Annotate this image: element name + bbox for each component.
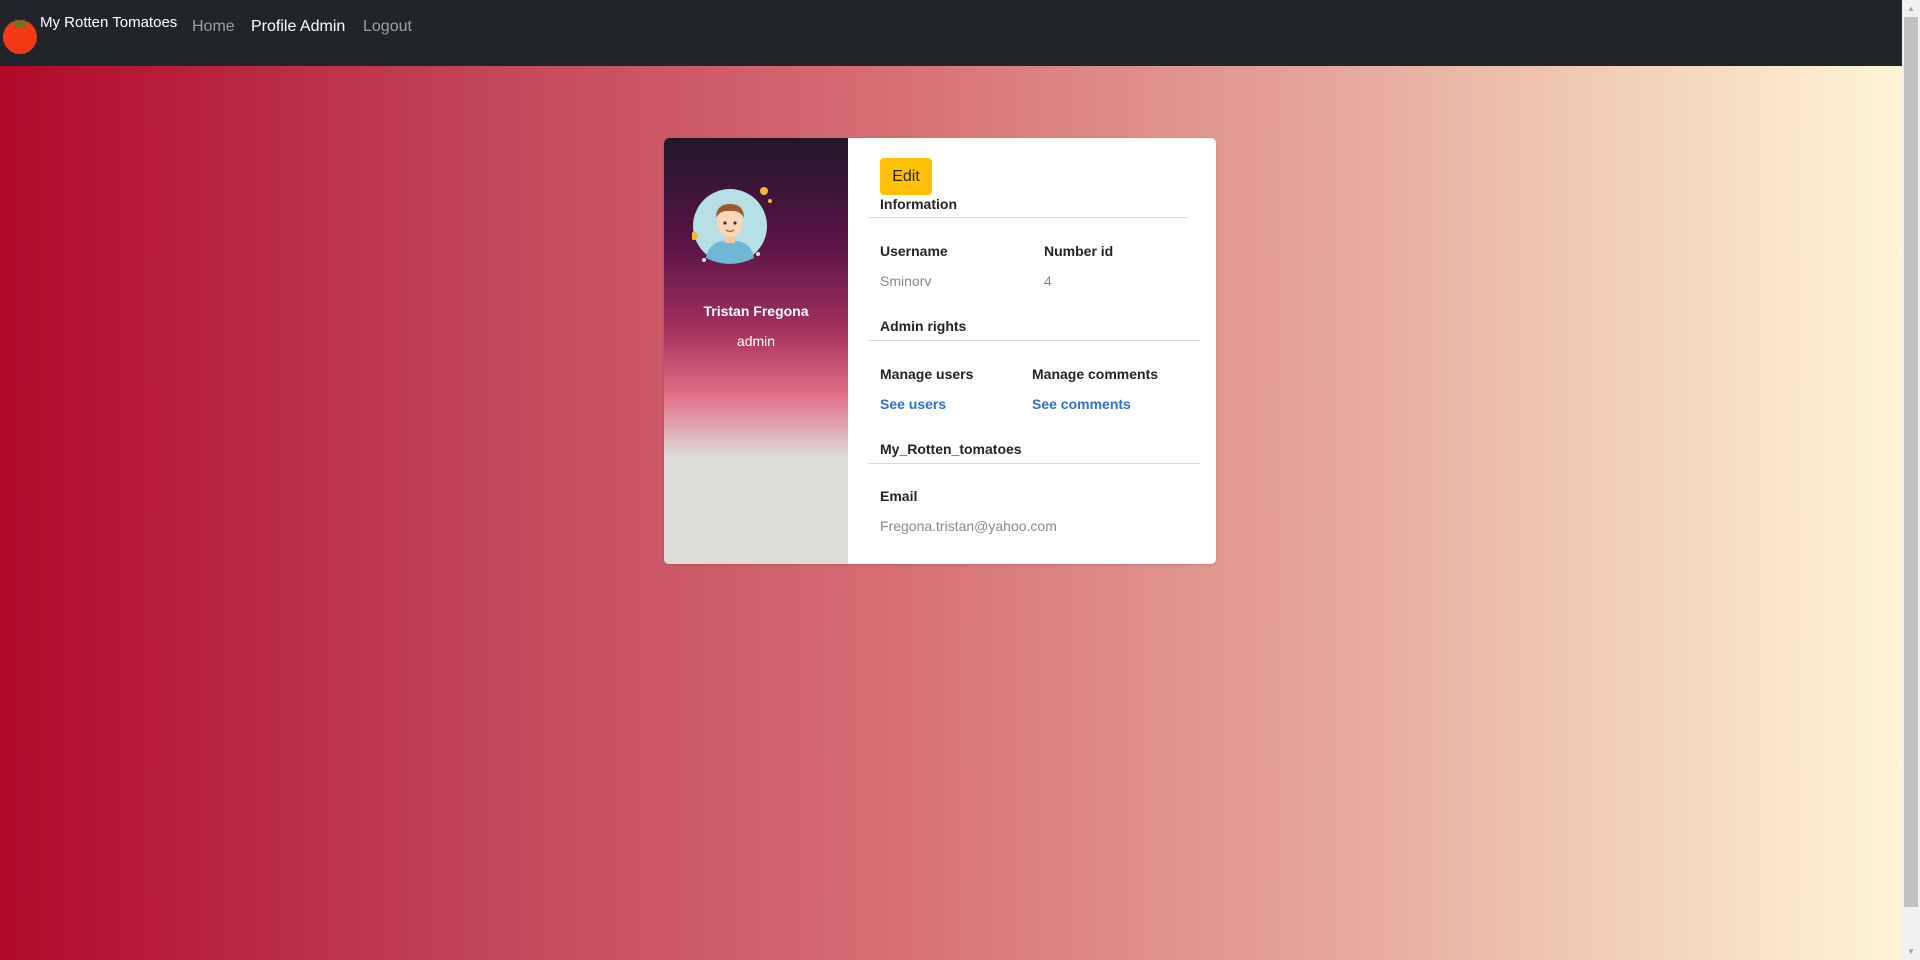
scroll-down-arrow-icon[interactable]: ▼ <box>1902 943 1920 960</box>
admin-rights-section-title: Admin rights <box>880 318 967 334</box>
profile-sidebar: Tristan Fregona admin <box>664 138 848 564</box>
nav-home-link[interactable]: Home <box>192 18 235 36</box>
profile-card: Tristan Fregona admin Edit Information U… <box>664 138 1216 564</box>
username-value: Sminorv <box>880 273 932 289</box>
tomato-logo-icon <box>3 18 37 54</box>
information-section-title: Information <box>880 196 957 212</box>
scroll-up-arrow-icon[interactable]: ▲ <box>1902 0 1920 17</box>
edit-button[interactable]: Edit <box>880 158 932 195</box>
navbar: My Rotten Tomatoes Home Profile Admin Lo… <box>0 0 1902 66</box>
number-id-label: Number id <box>1044 243 1114 259</box>
scrollbar-thumb[interactable] <box>1904 17 1918 907</box>
manage-users-label: Manage users <box>880 366 974 382</box>
email-label: Email <box>880 488 918 504</box>
user-name: Tristan Fregona <box>703 303 809 319</box>
profile-details: Edit Information Username Number id Smin… <box>848 138 1216 564</box>
avatar-icon <box>692 187 772 264</box>
brand-title[interactable]: My Rotten Tomatoes <box>40 14 177 31</box>
nav-logout-link[interactable]: Logout <box>363 18 412 36</box>
divider <box>868 463 1200 464</box>
see-users-link[interactable]: See users <box>880 396 946 412</box>
user-role: admin <box>736 333 776 349</box>
username-label: Username <box>880 243 948 259</box>
nav-profile-admin-link[interactable]: Profile Admin <box>251 18 345 36</box>
see-comments-link[interactable]: See comments <box>1032 396 1131 412</box>
manage-comments-label: Manage comments <box>1032 366 1159 382</box>
divider <box>868 340 1200 341</box>
scrollbar[interactable]: ▲ ▼ <box>1902 0 1920 960</box>
number-id-value: 4 <box>1044 273 1052 289</box>
email-value: Fregona.tristan@yahoo.com <box>880 518 1057 534</box>
site-section-title: My_Rotten_tomatoes <box>880 441 1022 457</box>
divider <box>868 217 1188 218</box>
